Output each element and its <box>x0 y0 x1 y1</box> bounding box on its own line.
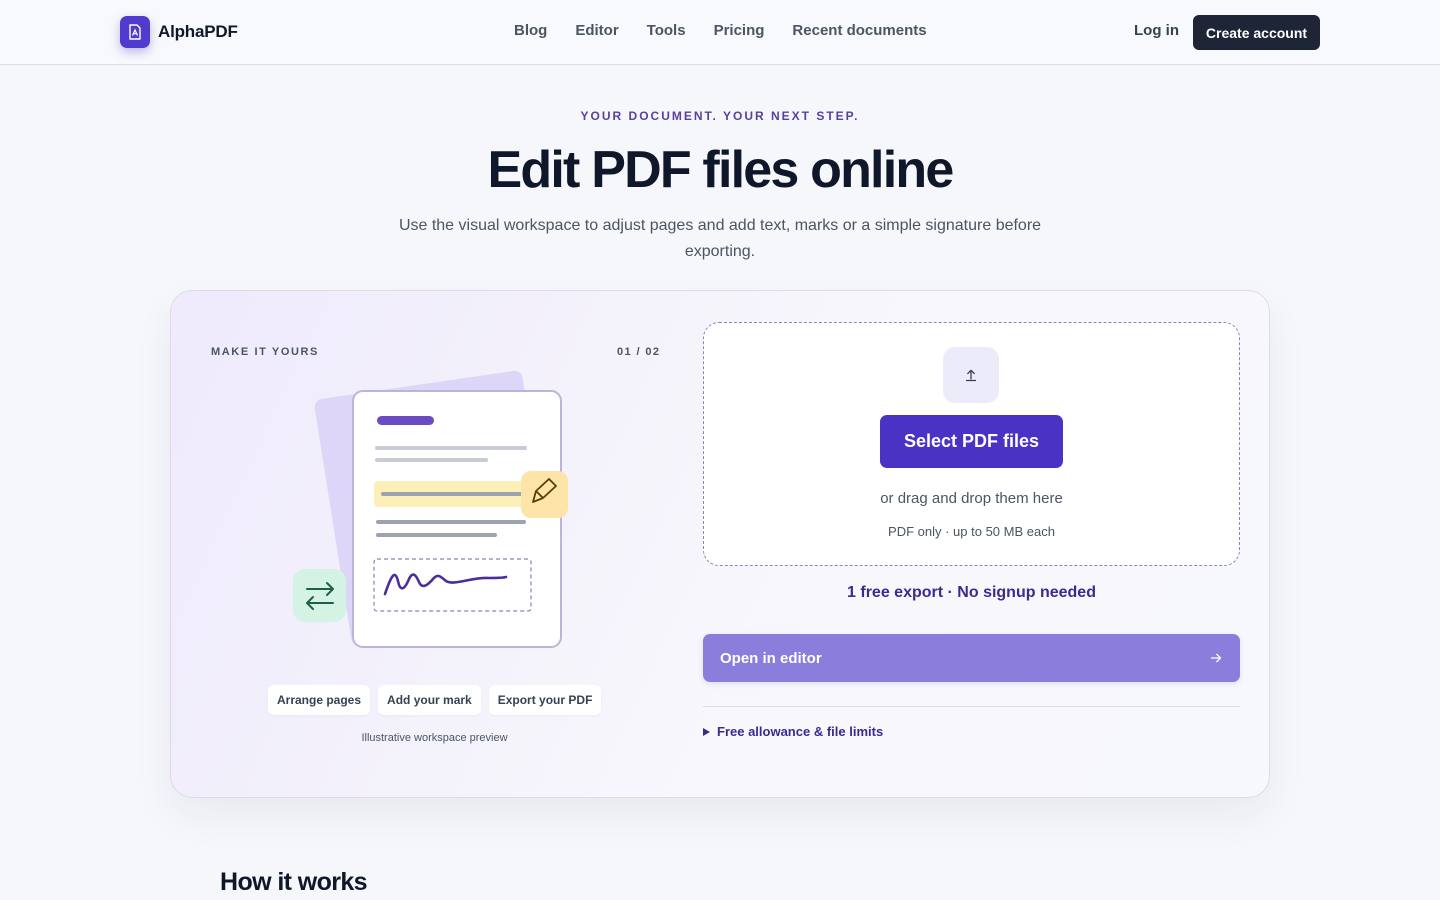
brand[interactable]: AlphaPDF <box>120 16 238 48</box>
triangle-right-icon <box>703 727 710 736</box>
drag-drop-text: or drag and drop them here <box>880 490 1063 507</box>
how-it-works-heading: How it works <box>220 868 368 896</box>
upload-icon <box>943 347 999 403</box>
front-page <box>352 390 562 648</box>
create-account-button[interactable]: Create account <box>1193 15 1320 50</box>
top-header: AlphaPDF Blog Editor Tools Pricing Recen… <box>0 0 1440 65</box>
allowance-disclosure[interactable]: Free allowance & file limits <box>703 724 883 739</box>
pen-icon <box>521 471 568 518</box>
arrow-right-icon <box>1210 653 1222 663</box>
file-dropzone[interactable]: Select PDF files or drag and drop them h… <box>703 322 1240 566</box>
main-nav: Blog Editor Tools Pricing Recent documen… <box>514 22 955 39</box>
pdf-file-icon <box>120 16 150 48</box>
open-in-editor-button[interactable]: Open in editor <box>703 634 1240 682</box>
chip-export-your-pdf[interactable]: Export your PDF <box>488 685 602 715</box>
chip-add-your-mark[interactable]: Add your mark <box>378 685 481 715</box>
nav-pricing[interactable]: Pricing <box>714 22 765 39</box>
workspace-card: MAKE IT YOURS 01 / 02 Arrange pages Add … <box>170 290 1270 798</box>
hero-eyebrow: YOUR DOCUMENT. YOUR NEXT STEP. <box>580 109 860 123</box>
nav-editor[interactable]: Editor <box>575 22 618 39</box>
feature-chips: Arrange pages Add your mark Export your … <box>268 685 609 715</box>
chip-arrange-pages[interactable]: Arrange pages <box>268 685 371 715</box>
allowance-label: Free allowance & file limits <box>717 724 884 739</box>
preview-caption: Illustrative workspace preview <box>361 732 508 744</box>
nav-tools[interactable]: Tools <box>647 22 686 39</box>
brand-name: AlphaPDF <box>158 22 238 41</box>
nav-blog[interactable]: Blog <box>514 22 547 39</box>
swap-icon <box>293 569 346 622</box>
hero-subtitle: Use the visual workspace to adjust pages… <box>398 217 1042 260</box>
page-title: Edit PDF files online <box>487 141 955 199</box>
file-limit-text: PDF only · up to 50 MB each <box>888 524 1055 539</box>
open-in-editor-label: Open in editor <box>720 649 822 667</box>
login-link[interactable]: Log in <box>1134 22 1179 39</box>
select-pdf-files-button[interactable]: Select PDF files <box>880 415 1063 468</box>
nav-recent-documents[interactable]: Recent documents <box>792 22 926 39</box>
divider <box>703 706 1240 707</box>
free-export-note: 1 free export · No signup needed <box>847 584 1096 601</box>
workspace-illustration <box>293 370 568 648</box>
